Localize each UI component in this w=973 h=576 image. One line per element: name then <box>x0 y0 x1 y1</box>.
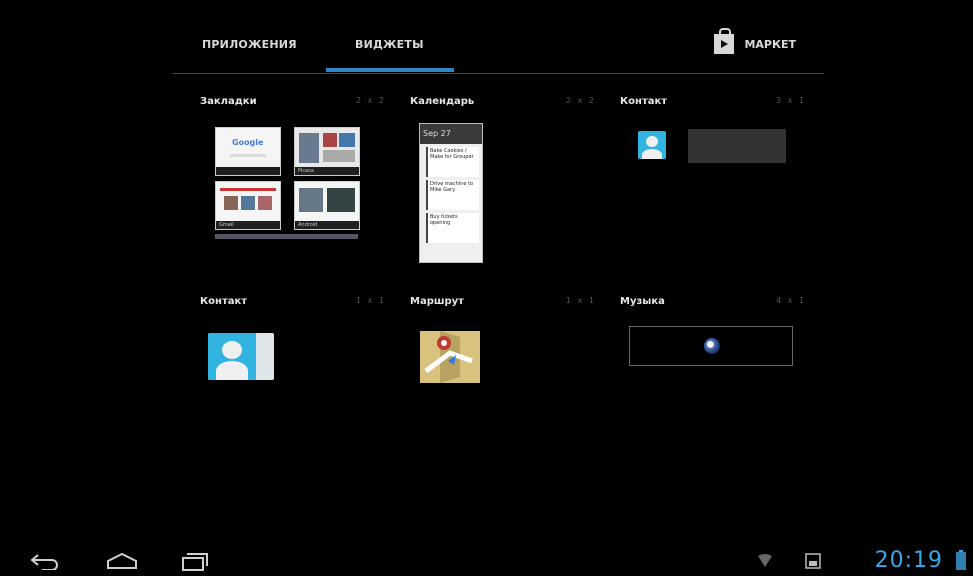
widget-title: Закладки <box>200 96 257 107</box>
widget-music[interactable]: Музыка 4 x 1 <box>620 296 812 472</box>
market-button[interactable]: МАРКЕТ <box>714 28 796 54</box>
back-icon[interactable] <box>28 552 62 570</box>
bookmark-strip <box>215 234 358 239</box>
widget-contact-small[interactable]: Контакт 1 x 1 <box>200 296 392 472</box>
contact-name-area <box>688 129 786 163</box>
wifi-icon <box>758 554 772 567</box>
battery-icon <box>956 550 966 570</box>
recent-apps-icon[interactable] <box>180 552 210 572</box>
market-label: МАРКЕТ <box>744 37 796 51</box>
widget-size: 1 x 1 <box>356 296 386 305</box>
bookmark-name: Google <box>232 138 264 147</box>
calendar-date: Sep 27 <box>420 124 482 144</box>
contact-avatar-icon <box>638 131 666 159</box>
bookmark-caption: Android <box>295 221 359 229</box>
widget-size: 4 x 1 <box>776 296 806 305</box>
widget-contact-wide[interactable]: Контакт 3 x 1 <box>620 96 812 272</box>
widget-title: Маршрут <box>410 296 464 307</box>
contact-card-icon <box>208 333 274 380</box>
widget-bookmarks[interactable]: Закладки 2 x 2 Google Picasa Gmail Andro… <box>200 96 392 272</box>
calendar-event: Drive machine to Mike Gary <box>426 180 479 210</box>
bookmark-caption <box>216 167 280 175</box>
bookmark-thumb: Android <box>294 181 360 230</box>
widget-calendar[interactable]: Календарь 2 x 2 Sep 27 Bake Cookies / Ma… <box>410 96 602 272</box>
widget-size: 1 x 1 <box>566 296 596 305</box>
bookmark-thumb: Picasa <box>294 127 360 176</box>
widget-title: Календарь <box>410 96 475 107</box>
tab-divider <box>172 73 824 74</box>
tab-widgets[interactable]: ВИДЖЕТЫ <box>355 38 424 51</box>
calendar-event: Bake Cookies / Make for Grouper <box>426 147 479 177</box>
calendar-preview: Sep 27 Bake Cookies / Make for Grouper D… <box>419 123 483 263</box>
screenshot-notification-icon[interactable] <box>805 553 821 569</box>
widget-size: 2 x 2 <box>356 96 386 105</box>
tab-bar: ПРИЛОЖЕНИЯ ВИДЖЕТЫ МАРКЕТ <box>172 28 824 78</box>
system-bar: 20:19 <box>0 544 973 576</box>
widget-size: 3 x 1 <box>776 96 806 105</box>
music-player-preview <box>629 326 793 366</box>
widget-title: Музыка <box>620 296 665 307</box>
shopping-bag-icon <box>714 28 735 54</box>
music-disc-icon <box>704 338 720 354</box>
active-tab-indicator <box>326 68 454 72</box>
widget-route[interactable]: Маршрут 1 x 1 <box>410 296 602 472</box>
tab-apps[interactable]: ПРИЛОЖЕНИЯ <box>202 38 297 51</box>
bookmark-caption: Picasa <box>295 167 359 175</box>
map-route-icon <box>420 331 480 383</box>
bookmark-thumb: Google <box>215 127 281 176</box>
bookmark-thumb: Gmail <box>215 181 281 230</box>
widget-title: Контакт <box>200 296 248 307</box>
widget-title: Контакт <box>620 96 668 107</box>
widget-size: 2 x 2 <box>566 96 596 105</box>
home-icon[interactable] <box>106 552 138 570</box>
bookmark-caption: Gmail <box>216 221 280 229</box>
calendar-event: Buy tickets opening <box>426 213 479 243</box>
status-clock[interactable]: 20:19 <box>875 548 943 573</box>
